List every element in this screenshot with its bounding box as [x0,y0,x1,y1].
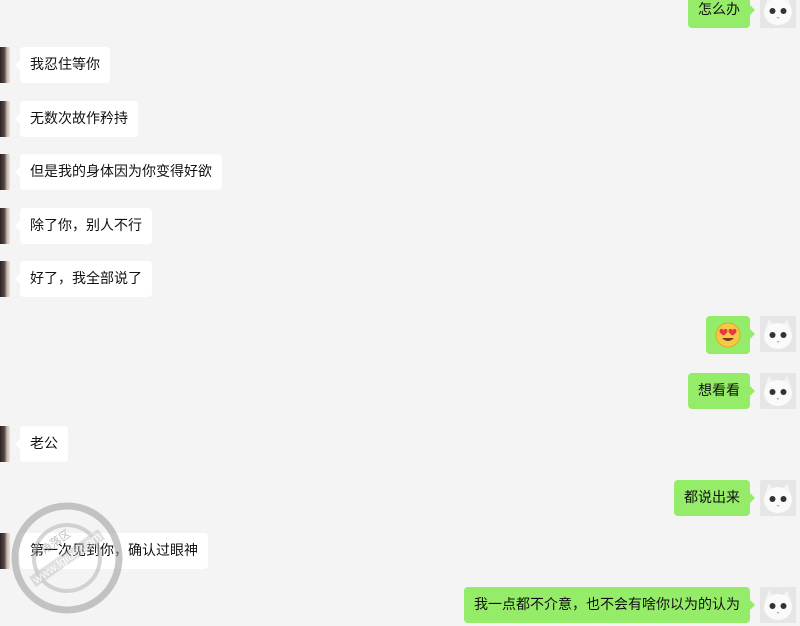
message-incoming: 老公 [0,426,68,462]
message-bubble[interactable]: 老公 [15,426,68,462]
message-incoming: 第一次见到你，确认过眼神 [0,533,208,569]
girl-avatar[interactable] [0,208,10,244]
girl-avatar[interactable] [0,154,10,190]
message-text: 想看看 [698,383,740,399]
message-outgoing: 我一点都不介意，也不会有啥你以为的认为 [464,587,796,623]
message-text: 好了，我全部说了 [30,271,142,287]
chat-area: 怎么办 我忍住等你 无数次故作矜持 但是我的身体因为你变得好欲 除了你，别人不行… [0,0,800,626]
cat-avatar[interactable] [760,587,796,623]
message-bubble[interactable]: 都说出来 [674,480,755,516]
message-bubble[interactable]: 我忍住等你 [15,47,110,83]
message-bubble[interactable] [706,316,755,354]
message-incoming: 好了，我全部说了 [0,261,152,297]
girl-avatar[interactable] [0,47,10,83]
message-text: 第一次见到你，确认过眼神 [30,543,198,559]
message-bubble[interactable]: 好了，我全部说了 [15,261,152,297]
message-text: 我一点都不介意，也不会有啥你以为的认为 [474,597,740,613]
message-bubble[interactable]: 但是我的身体因为你变得好欲 [15,154,222,190]
message-bubble[interactable]: 我一点都不介意，也不会有啥你以为的认为 [464,587,755,623]
cat-avatar[interactable] [760,0,796,28]
message-bubble[interactable]: 怎么办 [688,0,755,28]
message-text: 但是我的身体因为你变得好欲 [30,164,212,180]
message-bubble[interactable]: 第一次见到你，确认过眼神 [15,533,208,569]
message-incoming: 我忍住等你 [0,47,110,83]
message-outgoing [706,316,796,354]
message-bubble[interactable]: 想看看 [688,373,755,409]
girl-avatar[interactable] [0,261,10,297]
message-text: 我忍住等你 [30,57,100,73]
message-text: 怎么办 [698,2,740,18]
message-outgoing: 怎么办 [688,0,796,28]
message-incoming: 无数次故作矜持 [0,101,138,137]
message-text: 都说出来 [684,490,740,506]
message-outgoing: 都说出来 [674,480,796,516]
cat-avatar[interactable] [760,480,796,516]
girl-avatar[interactable] [0,101,10,137]
cat-avatar[interactable] [760,373,796,409]
heart-eyes-emoji-icon [715,322,741,348]
message-incoming: 除了你，别人不行 [0,208,152,244]
girl-avatar[interactable] [0,426,10,462]
message-text: 无数次故作矜持 [30,111,128,127]
message-text: 除了你，别人不行 [30,218,142,234]
message-incoming: 但是我的身体因为你变得好欲 [0,154,222,190]
girl-avatar[interactable] [0,533,10,569]
cat-avatar[interactable] [760,316,796,352]
message-outgoing: 想看看 [688,373,796,409]
message-text: 老公 [30,436,58,452]
message-bubble[interactable]: 无数次故作矜持 [15,101,138,137]
message-bubble[interactable]: 除了你，别人不行 [15,208,152,244]
